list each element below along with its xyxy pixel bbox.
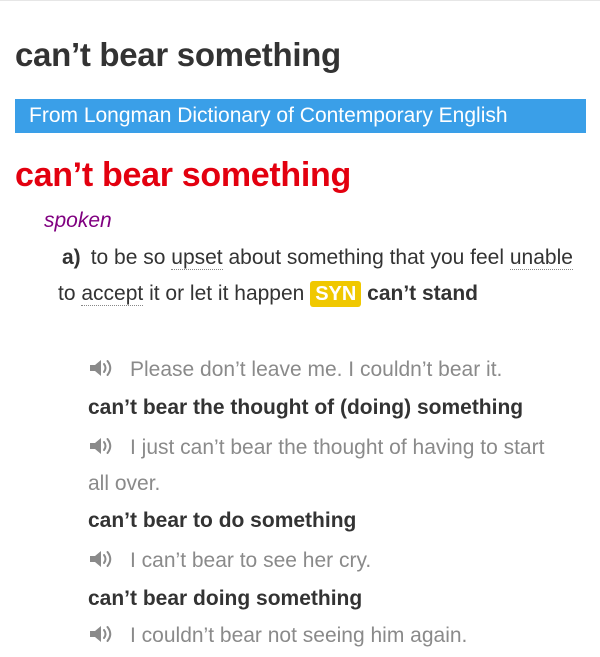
example-text: Please don’t leave me. I couldn’t bear i…	[130, 358, 503, 381]
page-title: can’t bear something	[15, 36, 341, 73]
definition-text: to	[58, 282, 76, 305]
example-sentence: I can’t bear to see her cry.	[88, 543, 568, 579]
definition-link-unable[interactable]: unable	[509, 246, 573, 270]
definition-text: about something that you feel	[228, 246, 505, 269]
sense-label: a)	[62, 246, 81, 269]
sense-definition: a) to be so upset about something that yo…	[58, 240, 578, 312]
collocation-pattern: can’t bear to do something	[88, 509, 357, 532]
top-divider	[0, 0, 600, 1]
definition-text: it or let it happen	[149, 282, 305, 305]
speaker-icon[interactable]	[88, 355, 118, 377]
speaker-icon[interactable]	[88, 546, 118, 568]
example-sentence: I just can’t bear the thought of having …	[88, 430, 568, 502]
example-text: I couldn’t bear not seeing him again.	[130, 624, 468, 647]
synonym-badge: SYN	[310, 281, 362, 307]
collocation-pattern: can’t bear the thought of (doing) someth…	[88, 396, 524, 419]
speaker-icon[interactable]	[88, 621, 118, 643]
register-label: spoken	[44, 209, 112, 232]
definition-link-upset[interactable]: upset	[171, 246, 223, 270]
example-text: I just can’t bear the thought of having …	[88, 436, 545, 495]
definition-link-accept[interactable]: accept	[81, 282, 144, 306]
speaker-icon[interactable]	[88, 433, 118, 455]
example-text: I can’t bear to see her cry.	[130, 549, 372, 572]
definition-text: to be so	[90, 246, 166, 269]
entry-headword: can’t bear something	[15, 156, 351, 194]
example-sentence: Please don’t leave me. I couldn’t bear i…	[88, 352, 568, 388]
collocation-pattern: can’t bear doing something	[88, 587, 363, 610]
synonym-link[interactable]: can’t stand	[367, 282, 478, 305]
example-sentence: I couldn’t bear not seeing him again.	[88, 618, 568, 654]
dictionary-source-banner[interactable]: From Longman Dictionary of Contemporary …	[15, 99, 586, 133]
